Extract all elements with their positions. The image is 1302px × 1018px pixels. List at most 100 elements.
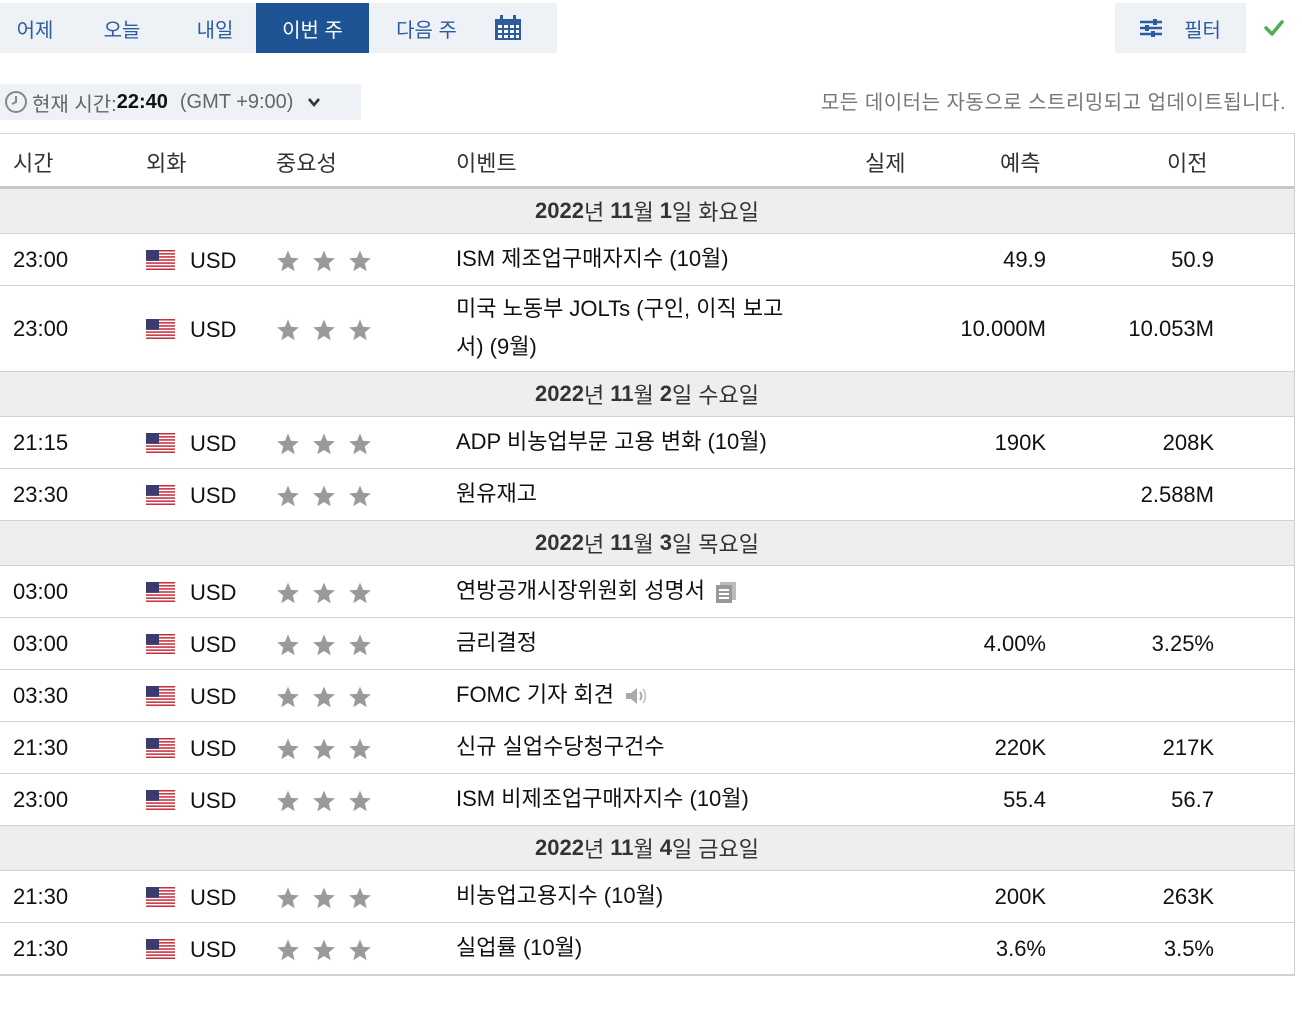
event-name-text[interactable]: 금리결정 xyxy=(456,630,537,655)
day-header-month: 11 xyxy=(610,381,634,406)
streaming-note: 모든 데이터는 자동으로 스트리밍되고 업데이트됩니다. xyxy=(821,92,1286,114)
day-header-weekday: 목요일 xyxy=(698,532,759,557)
column-previous[interactable]: 이전 xyxy=(1167,146,1207,178)
filter-button[interactable]: 필터 xyxy=(1115,3,1246,53)
event-previous: 217K xyxy=(1162,734,1214,760)
importance-stars xyxy=(276,685,372,715)
importance-stars xyxy=(276,249,372,279)
event-forecast: 220K xyxy=(994,734,1046,760)
event-name-text[interactable]: FOMC 기자 회견 xyxy=(456,682,614,707)
tab-yesterday[interactable]: 어제 xyxy=(0,3,70,53)
event-currency: USD xyxy=(190,482,237,508)
table-row[interactable]: 21:30 USD 비농업고용지수 (10월) 200K 263K xyxy=(0,871,1294,923)
event-name-text[interactable]: 미국 노동부 JOLTs (구인, 이직 보고서) (9월) xyxy=(456,296,783,359)
event-name[interactable]: ISM 제조업구매자지수 (10월) xyxy=(456,240,796,278)
event-time: 21:30 xyxy=(13,935,69,961)
event-currency: USD xyxy=(190,936,237,962)
column-event[interactable]: 이벤트 xyxy=(456,146,517,178)
event-forecast: 3.6% xyxy=(995,935,1046,961)
chevron-down-icon xyxy=(308,98,321,108)
star-icon xyxy=(312,938,336,968)
day-header-day: 3 xyxy=(659,530,672,555)
calendar-icon xyxy=(495,15,521,40)
event-name-text[interactable]: 연방공개시장위원회 성명서 xyxy=(456,578,705,603)
star-icon xyxy=(312,737,336,767)
table-row[interactable]: 23:00 USD 미국 노동부 JOLTs (구인, 이직 보고서) (9월) 10… xyxy=(0,286,1294,372)
column-actual[interactable]: 실제 xyxy=(865,146,905,178)
column-importance[interactable]: 중요성 xyxy=(276,146,337,178)
event-name[interactable]: 신규 실업수당청구건수 xyxy=(456,728,796,766)
table-row[interactable]: 21:30 USD 실업률 (10월) 3.6% 3.5% xyxy=(0,923,1294,975)
event-currency: USD xyxy=(190,579,237,605)
event-previous: 3.5% xyxy=(1163,935,1214,961)
event-name[interactable]: ISM 비제조업구매자지수 (10월) xyxy=(456,780,796,818)
event-currency: USD xyxy=(190,430,237,456)
event-previous: 56.7 xyxy=(1171,786,1214,812)
star-icon xyxy=(348,318,372,348)
timezone-selector[interactable]: 현재 시간: 22:40 (GMT +9:00) xyxy=(0,84,361,120)
tab-this-week[interactable]: 이번 주 xyxy=(256,3,369,53)
event-previous: 263K xyxy=(1162,883,1214,909)
table-header: 시간 외화 중요성 이벤트 실제 예측 이전 xyxy=(0,133,1294,189)
event-name[interactable]: 비농업고용지수 (10월) xyxy=(456,877,796,915)
day-header-weekday: 수요일 xyxy=(698,383,759,408)
event-time: 03:00 xyxy=(13,578,69,604)
importance-stars xyxy=(276,633,372,663)
table-row[interactable]: 03:00 USD 연방공개시장위원회 성명서 xyxy=(0,566,1294,618)
event-previous: 50.9 xyxy=(1171,246,1214,272)
table-row[interactable]: 23:30 USD 원유재고 2.588M xyxy=(0,469,1294,521)
event-name[interactable]: 연방공개시장위원회 성명서 xyxy=(456,572,796,610)
event-name[interactable]: 실업률 (10월) xyxy=(456,929,796,967)
event-name[interactable]: 미국 노동부 JOLTs (구인, 이직 보고서) (9월) xyxy=(456,290,796,366)
tab-next-week[interactable]: 다음 주 xyxy=(369,3,484,53)
day-header-day-suffix: 일 xyxy=(671,200,693,225)
tab-today[interactable]: 오늘 xyxy=(70,3,174,53)
importance-stars xyxy=(276,581,372,611)
day-header-month-suffix: 월 xyxy=(633,383,654,408)
event-previous: 2.588M xyxy=(1140,481,1214,507)
day-header-year: 2022 xyxy=(535,198,584,223)
event-name-text[interactable]: 실업률 (10월) xyxy=(456,935,582,960)
speaker-icon[interactable] xyxy=(614,682,650,707)
calendar-button[interactable] xyxy=(484,3,532,53)
date-range-tabs: 어제 오늘 내일 이번 주 다음 주 xyxy=(0,3,557,53)
day-header-month: 11 xyxy=(610,198,634,223)
event-previous: 3.25% xyxy=(1151,630,1214,656)
event-name-text[interactable]: 비농업고용지수 (10월) xyxy=(456,883,663,908)
document-icon[interactable] xyxy=(705,578,739,603)
event-name[interactable]: 금리결정 xyxy=(456,624,796,662)
day-header-weekday: 금요일 xyxy=(698,837,759,862)
event-name-text[interactable]: ISM 제조업구매자지수 (10월) xyxy=(456,246,729,271)
table-row[interactable]: 03:30 USD FOMC 기자 회견 xyxy=(0,670,1294,722)
event-forecast: 190K xyxy=(994,429,1046,455)
event-name[interactable]: 원유재고 xyxy=(456,475,796,513)
event-time: 23:00 xyxy=(13,246,69,272)
current-time-value: 22:40 xyxy=(116,90,168,113)
economic-calendar-table: 시간 외화 중요성 이벤트 실제 예측 이전 2022 년 11 월 1 일 화요일 23:0… xyxy=(0,133,1295,976)
tab-tomorrow[interactable]: 내일 xyxy=(174,3,256,53)
day-header-weekday: 화요일 xyxy=(698,200,759,225)
column-time[interactable]: 시간 xyxy=(13,146,53,178)
us-flag-icon xyxy=(146,938,175,959)
event-name[interactable]: ADP 비농업부문 고용 변화 (10월) xyxy=(456,423,796,461)
event-name-text[interactable]: ADP 비농업부문 고용 변화 (10월) xyxy=(456,429,767,454)
timezone-value: (GMT +9:00) xyxy=(179,90,294,113)
table-row[interactable]: 23:00 USD ISM 비제조업구매자지수 (10월) 55.4 56.7 xyxy=(0,774,1294,826)
star-icon xyxy=(276,685,300,715)
star-icon xyxy=(312,484,336,514)
table-row[interactable]: 23:00 USD ISM 제조업구매자지수 (10월) 49.9 50.9 xyxy=(0,234,1294,286)
event-name[interactable]: FOMC 기자 회견 xyxy=(456,676,796,714)
event-name-text[interactable]: ISM 비제조업구매자지수 (10월) xyxy=(456,786,749,811)
day-header-day-suffix: 일 xyxy=(671,383,693,408)
event-name-text[interactable]: 신규 실업수당청구건수 xyxy=(456,734,665,759)
event-name-text[interactable]: 원유재고 xyxy=(456,481,537,506)
column-forecast[interactable]: 예측 xyxy=(1000,146,1040,178)
column-currency[interactable]: 외화 xyxy=(146,146,186,178)
event-currency: USD xyxy=(190,884,237,910)
table-row[interactable]: 03:00 USD 금리결정 4.00% 3.25% xyxy=(0,618,1294,670)
day-header-month-suffix: 월 xyxy=(633,837,654,862)
event-forecast: 4.00% xyxy=(983,630,1046,656)
table-row[interactable]: 21:30 USD 신규 실업수당청구건수 220K 217K xyxy=(0,722,1294,774)
table-row[interactable]: 21:15 USD ADP 비농업부문 고용 변화 (10월) 190K 208K xyxy=(0,417,1294,469)
day-header-year-suffix: 년 xyxy=(583,200,605,225)
